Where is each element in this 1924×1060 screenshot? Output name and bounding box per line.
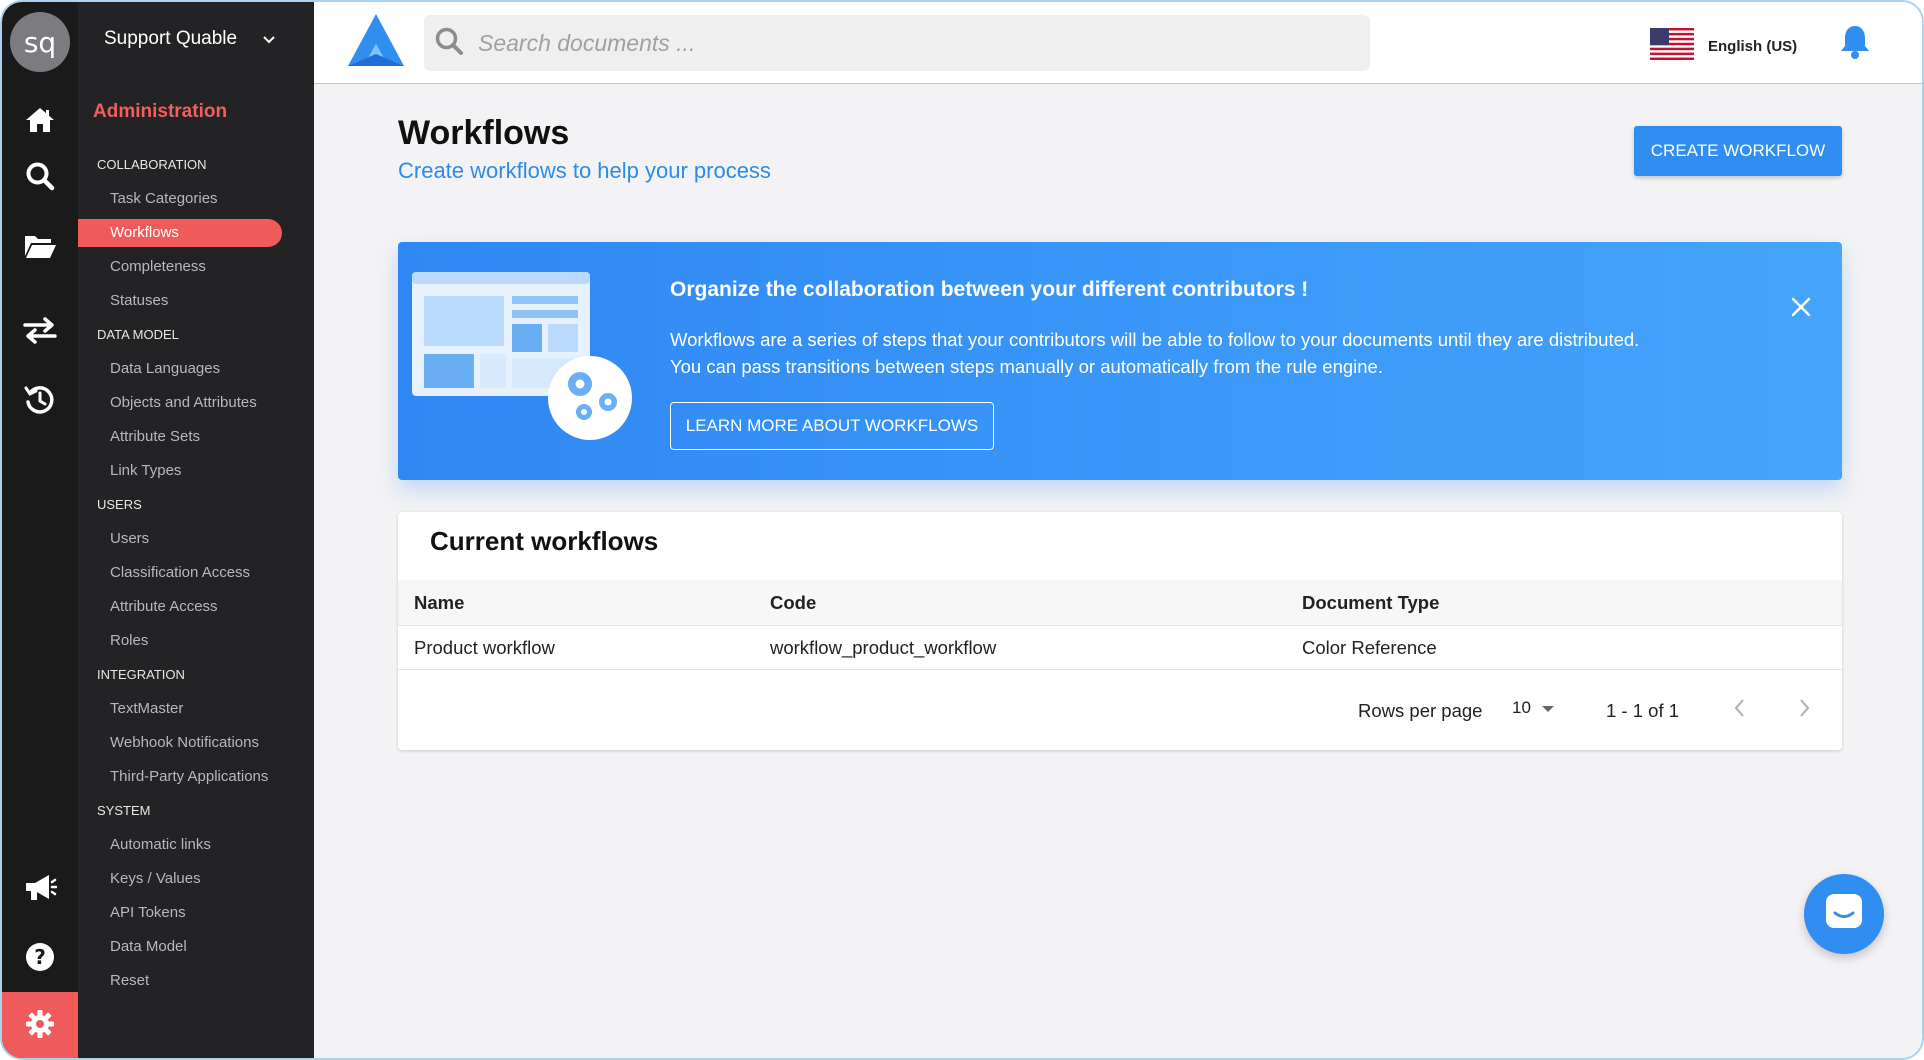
sidebar-title: Administration [93,101,228,122]
create-workflow-button[interactable]: CREATE WORKFLOW [1634,126,1842,176]
sidebar-item-link-types[interactable]: Link Types [78,454,282,488]
sidebar-item-third-party-applications[interactable]: Third-Party Applications [78,760,282,794]
sidebar-item-classification-access[interactable]: Classification Access [78,556,282,590]
learn-more-button[interactable]: LEARN MORE ABOUT WORKFLOWS [670,402,994,450]
search-bar[interactable] [424,15,1370,71]
chat-widget-button[interactable] [1804,874,1884,954]
main-content: Workflows Create workflows to help your … [314,84,1922,1058]
pagination-range: 1 - 1 of 1 [1606,700,1680,721]
sidebar-section-heading: SYSTEM [97,803,151,818]
workflows-table-card: Current workflows Name Code Document Typ… [398,512,1842,750]
admin-sidebar: Support Quable Administration COLLABORAT… [78,2,314,1058]
help-icon[interactable]: ? [20,937,60,977]
banner-line: Workflows are a series of steps that you… [670,329,1640,350]
sidebar-item-data-model[interactable]: Data Model [78,930,282,964]
sidebar-item-api-tokens[interactable]: API Tokens [78,896,282,930]
page-title: Workflows [398,114,570,152]
sidebar-item-data-languages[interactable]: Data Languages [78,352,282,386]
search-icon[interactable] [20,156,60,196]
icon-rail: sq ? [2,2,78,1058]
app-frame: sq ? Support Quable Administration COLLA… [0,0,1924,1060]
transfer-arrows-icon[interactable] [20,310,60,350]
sidebar-item-attribute-sets[interactable]: Attribute Sets [78,420,282,454]
column-header-name[interactable]: Name [414,580,464,625]
bell-icon[interactable] [1839,24,1871,65]
table-row[interactable]: Product workflow workflow_product_workfl… [398,626,1842,670]
rows-per-page-label: Rows per page [1358,700,1483,721]
settings-button[interactable] [2,992,78,1058]
sidebar-item-webhook-notifications[interactable]: Webhook Notifications [78,726,282,760]
info-banner: Organize the collaboration between your … [398,242,1842,480]
avatar[interactable]: sq [10,12,70,72]
banner-line: You can pass transitions between steps m… [670,356,1383,377]
rows-per-page-select[interactable]: 10 [1512,698,1555,718]
gear-icon [25,1009,55,1044]
sidebar-section-heading: INTEGRATION [97,667,185,682]
sidebar-item-workflows[interactable]: Workflows [78,219,282,247]
sidebar-item-users[interactable]: Users [78,522,282,556]
banner-heading: Organize the collaboration between your … [670,278,1309,301]
dashboard-illustration-icon [412,272,644,449]
sidebar-item-statuses[interactable]: Statuses [78,284,282,318]
home-icon[interactable] [20,100,60,140]
chevron-down-icon [263,28,275,50]
column-header-document-type[interactable]: Document Type [1302,580,1439,625]
sidebar-section-heading: DATA MODEL [97,327,179,342]
table-header: Name Code Document Type [398,580,1842,626]
search-icon [434,26,464,61]
folder-open-icon[interactable] [20,226,60,266]
cell-name: Product workflow [414,636,555,658]
us-flag-icon [1650,28,1694,64]
page-subtitle: Create workflows to help your process [398,158,771,183]
cell-document-type: Color Reference [1302,636,1437,658]
sidebar-item-roles[interactable]: Roles [78,624,282,658]
sidebar-item-reset[interactable]: Reset [78,964,282,998]
search-input[interactable] [478,29,1358,57]
workspace-switcher[interactable]: Support Quable [104,28,275,50]
sidebar-item-attribute-access[interactable]: Attribute Access [78,590,282,624]
sidebar-item-task-categories[interactable]: Task Categories [78,182,282,216]
top-bar: English (US) [314,2,1922,84]
svg-text:?: ? [34,945,46,969]
chevron-left-icon[interactable] [1732,696,1748,725]
close-icon[interactable] [1786,292,1816,322]
app-logo[interactable] [342,10,410,77]
banner-description: Workflows are a series of steps that you… [670,326,1770,380]
sidebar-item-completeness[interactable]: Completeness [78,250,282,284]
sidebar-item-keys-values[interactable]: Keys / Values [78,862,282,896]
table-pagination: Rows per page 10 1 - 1 of 1 [398,670,1842,750]
language-selector[interactable]: English (US) [1650,28,1797,64]
workspace-name: Support Quable [104,28,238,49]
cell-code: workflow_product_workflow [770,636,997,658]
sidebar-menu: COLLABORATION Task Categories Workflows Com… [78,148,314,998]
sidebar-section-heading: USERS [97,497,142,512]
megaphone-icon[interactable] [20,868,60,908]
chat-icon [1823,891,1865,938]
chevron-right-icon[interactable] [1796,696,1812,725]
history-icon[interactable] [20,380,60,420]
language-label: English (US) [1708,37,1798,55]
sidebar-item-textmaster[interactable]: TextMaster [78,692,282,726]
rows-per-page-value: 10 [1512,698,1531,717]
table-title: Current workflows [430,526,659,556]
sidebar-item-automatic-links[interactable]: Automatic links [78,828,282,862]
sidebar-section-heading: COLLABORATION [97,157,207,172]
column-header-code[interactable]: Code [770,580,816,625]
caret-down-icon [1541,698,1555,718]
sidebar-item-objects-and-attributes[interactable]: Objects and Attributes [78,386,282,420]
